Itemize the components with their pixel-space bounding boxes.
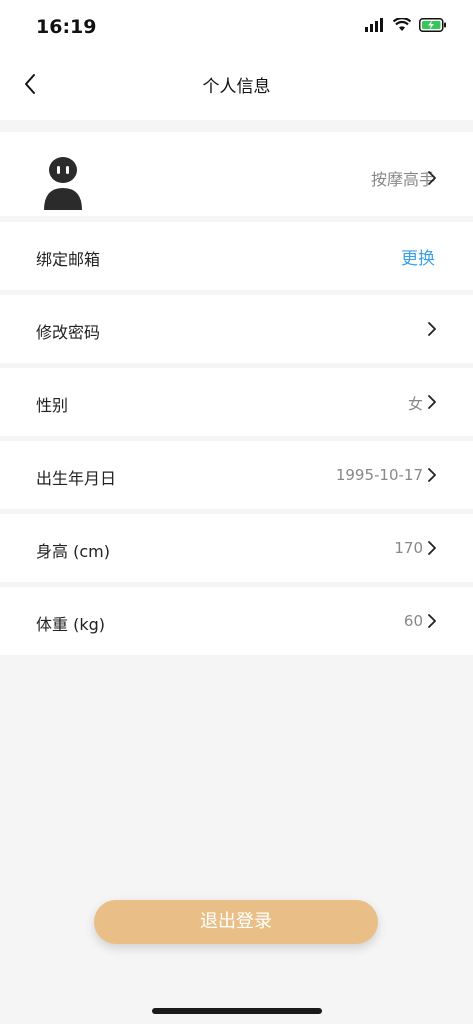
battery-icon [419,18,446,32]
status-time: 16:19 [36,16,97,38]
status-bar: 16:19 [0,0,473,56]
chevron-right-icon [428,171,436,185]
home-indicator [152,1008,322,1014]
row-label: 出生年月日 [36,469,117,488]
wifi-icon [393,18,411,31]
page-title: 个人信息 [202,77,271,97]
change-email-button[interactable]: 更换 [401,244,435,269]
chevron-right-icon [428,468,436,482]
gender-value: 女 [407,395,423,413]
row-label: 体重 (kg) [36,615,105,634]
profile-row[interactable]: 按摩高手 [0,132,473,216]
row-birthday[interactable]: 出生年月日 1995-10-17 [0,441,473,509]
chevron-right-icon [428,541,436,555]
row-label: 身高 (cm) [36,542,110,561]
chevron-right-icon [428,322,436,336]
weight-value: 60 [403,612,423,630]
row-bind-email[interactable]: 绑定邮箱 更换 [0,222,473,290]
avatar[interactable] [40,154,86,212]
row-change-password[interactable]: 修改密码 [0,295,473,363]
row-label: 绑定邮箱 [36,250,101,269]
signal-icon [365,18,383,32]
chevron-right-icon [428,395,436,409]
navigation-bar: 个人信息 [0,56,473,120]
row-label: 修改密码 [36,323,101,342]
row-weight[interactable]: 体重 (kg) 60 [0,587,473,655]
row-height[interactable]: 身高 (cm) 170 [0,514,473,582]
logout-button[interactable]: 退出登录 [94,900,378,944]
row-label: 性别 [36,396,69,415]
birthday-value: 1995-10-17 [335,466,423,484]
status-icons [365,18,447,32]
row-gender[interactable]: 性别 女 [0,368,473,436]
height-value: 170 [394,539,423,557]
nickname: 按摩高手 [370,170,435,189]
chevron-right-icon [428,614,436,628]
